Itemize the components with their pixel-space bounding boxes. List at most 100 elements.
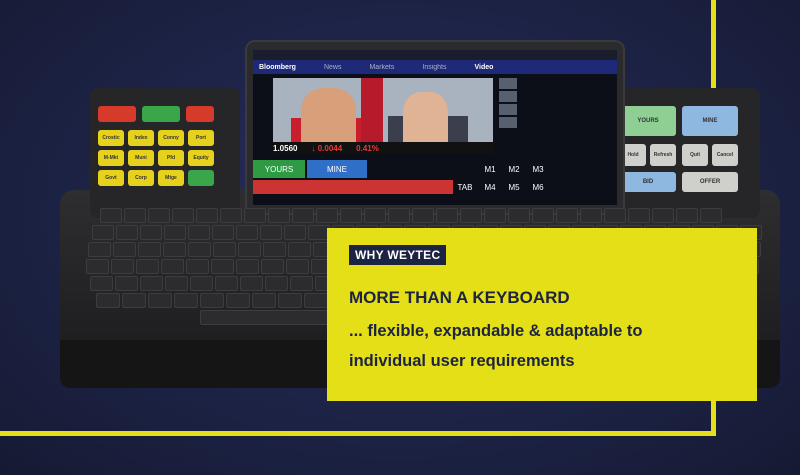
keyboard-key[interactable]	[122, 293, 146, 308]
keyboard-key[interactable]	[188, 242, 211, 257]
keyboard-key[interactable]	[388, 208, 410, 223]
keyboard-key[interactable]	[652, 208, 674, 223]
keyboard-key[interactable]	[628, 208, 650, 223]
screen-nav-item[interactable]: Insights	[422, 64, 446, 71]
keyboard-key[interactable]	[412, 208, 434, 223]
keyboard-key[interactable]	[508, 208, 530, 223]
right-panel-key[interactable]: MINE	[682, 106, 738, 136]
keyboard-key[interactable]	[236, 259, 259, 274]
video-thumbnail[interactable]	[499, 78, 517, 89]
keyboard-key[interactable]	[186, 259, 209, 274]
keyboard-key[interactable]	[288, 242, 311, 257]
left-panel-key[interactable]: Muni	[128, 150, 154, 166]
keyboard-key[interactable]	[212, 225, 234, 240]
keyboard-key[interactable]	[261, 259, 284, 274]
right-panel-key[interactable]: Cancel	[712, 144, 738, 166]
softkey-red-row[interactable]	[253, 180, 453, 194]
keyboard-key[interactable]	[165, 276, 188, 291]
keyboard-key[interactable]	[700, 208, 722, 223]
keyboard-key[interactable]	[580, 208, 602, 223]
left-panel-key[interactable]: Corp	[128, 170, 154, 186]
keyboard-key[interactable]	[140, 276, 163, 291]
keyboard-key[interactable]	[436, 208, 458, 223]
left-panel-key[interactable]: Conny	[158, 130, 184, 146]
keyboard-key[interactable]	[252, 293, 276, 308]
screen-nav-item[interactable]: News	[324, 64, 342, 71]
keyboard-key[interactable]	[140, 225, 162, 240]
keyboard-key[interactable]	[190, 276, 213, 291]
keyboard-key[interactable]	[164, 225, 186, 240]
video-thumbnail[interactable]	[499, 117, 517, 128]
keyboard-key[interactable]	[174, 293, 198, 308]
left-panel-key[interactable]: Govt	[98, 170, 124, 186]
keyboard-key[interactable]	[215, 276, 238, 291]
keyboard-key[interactable]	[676, 208, 698, 223]
keyboard-key[interactable]	[88, 242, 111, 257]
video-thumbnail[interactable]	[499, 104, 517, 115]
video-player[interactable]	[273, 78, 493, 142]
softkey-m6[interactable]: M6	[527, 180, 549, 194]
keyboard-key[interactable]	[484, 208, 506, 223]
left-panel-key[interactable]	[142, 106, 180, 122]
keyboard-key[interactable]	[220, 208, 242, 223]
keyboard-key[interactable]	[172, 208, 194, 223]
left-panel-key[interactable]	[186, 106, 214, 122]
keyboard-key[interactable]	[113, 242, 136, 257]
keyboard-key[interactable]	[292, 208, 314, 223]
keyboard-key[interactable]	[92, 225, 114, 240]
keyboard-key[interactable]	[278, 293, 302, 308]
softkey-yours[interactable]: YOURS	[253, 160, 305, 178]
softkey-m2[interactable]: M2	[503, 160, 525, 178]
keyboard-key[interactable]	[304, 293, 328, 308]
keyboard-key[interactable]	[286, 259, 309, 274]
keyboard-key[interactable]	[268, 208, 290, 223]
keyboard-key[interactable]	[188, 225, 210, 240]
right-panel-key[interactable]: Quit	[682, 144, 708, 166]
screen-nav-item[interactable]: Markets	[369, 64, 394, 71]
keyboard-key[interactable]	[532, 208, 554, 223]
keyboard-key[interactable]	[226, 293, 250, 308]
keyboard-key[interactable]	[213, 242, 236, 257]
keyboard-key[interactable]	[244, 208, 266, 223]
right-panel-key[interactable]: OFFER	[682, 172, 738, 192]
keyboard-key[interactable]	[136, 259, 159, 274]
softkey-m1[interactable]: M1	[479, 160, 501, 178]
keyboard-key[interactable]	[148, 293, 172, 308]
keyboard-key[interactable]	[196, 208, 218, 223]
keyboard-key[interactable]	[263, 242, 286, 257]
keyboard-key[interactable]	[90, 276, 113, 291]
keyboard-key[interactable]	[161, 259, 184, 274]
keyboard-key[interactable]	[265, 276, 288, 291]
left-panel-key[interactable]: Mtge	[158, 170, 184, 186]
right-panel-key[interactable]: Refresh	[650, 144, 676, 166]
left-panel-key[interactable]: Crostic	[98, 130, 124, 146]
left-panel-key[interactable]	[188, 170, 214, 186]
keyboard-key[interactable]	[211, 259, 234, 274]
keyboard-key[interactable]	[364, 208, 386, 223]
right-panel-key[interactable]: BID	[620, 172, 676, 192]
keyboard-key[interactable]	[148, 208, 170, 223]
keyboard-key[interactable]	[340, 208, 362, 223]
left-panel-key[interactable]: M-Mkt	[98, 150, 124, 166]
keyboard-key[interactable]	[240, 276, 263, 291]
keyboard-key[interactable]	[556, 208, 578, 223]
left-panel-key[interactable]: Port	[188, 130, 214, 146]
keyboard-key[interactable]	[116, 225, 138, 240]
keyboard-key[interactable]	[115, 276, 138, 291]
keyboard-key[interactable]	[460, 208, 482, 223]
left-panel-key[interactable]: Index	[128, 130, 154, 146]
left-panel-key[interactable]	[98, 106, 136, 122]
keyboard-key[interactable]	[138, 242, 161, 257]
keyboard-key[interactable]	[86, 259, 109, 274]
keyboard-key[interactable]	[284, 225, 306, 240]
keyboard-key[interactable]	[111, 259, 134, 274]
keyboard-key[interactable]	[290, 276, 313, 291]
screen-nav-item[interactable]: Video	[475, 64, 494, 71]
softkey-mine[interactable]: MINE	[307, 160, 367, 178]
softkey-m4[interactable]: M4	[479, 180, 501, 194]
keyboard-key[interactable]	[260, 225, 282, 240]
keyboard-key[interactable]	[124, 208, 146, 223]
left-panel-key[interactable]: Pfd	[158, 150, 184, 166]
softkey-m5[interactable]: M5	[503, 180, 525, 194]
keyboard-key[interactable]	[96, 293, 120, 308]
